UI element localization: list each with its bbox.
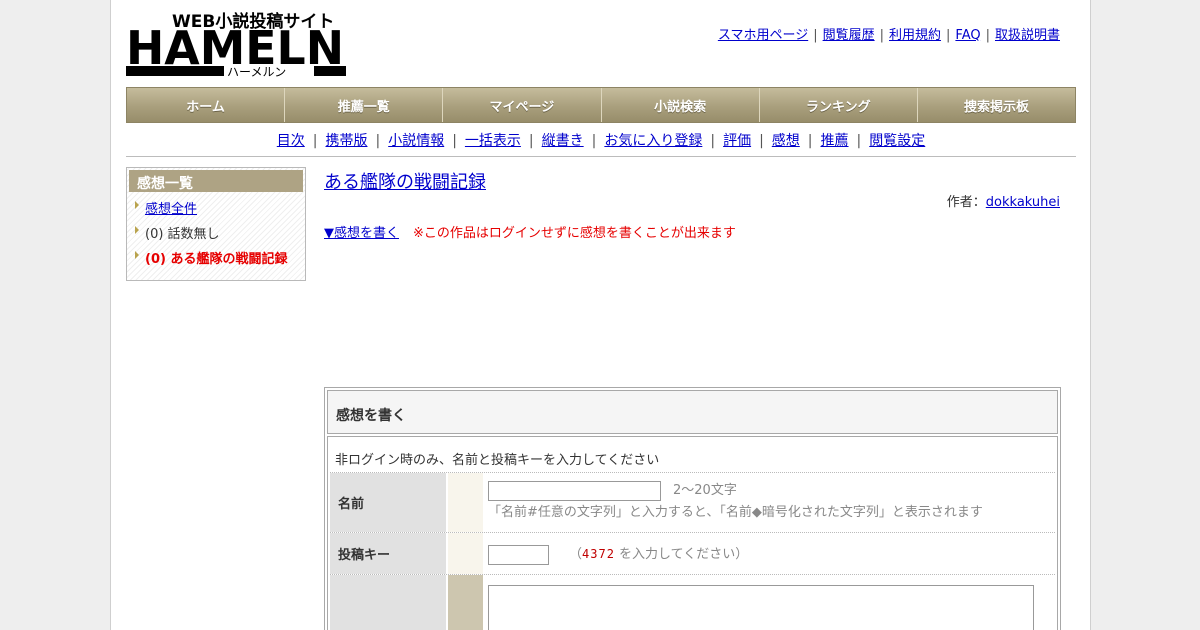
sidebar-item-no-episode: (0) 話数無し xyxy=(135,223,299,248)
favorite-link[interactable]: お気に入り登録 xyxy=(604,133,702,149)
comments-link[interactable]: 感想 xyxy=(772,133,800,149)
author-label: 作者： xyxy=(946,195,986,210)
novel-info-link[interactable]: 小説情報 xyxy=(388,133,444,149)
bullet-icon xyxy=(135,201,139,209)
name-hint: 2～20文字 xyxy=(673,483,737,498)
page: WEB小説投稿サイト HAMELN ハーメルン スマホ用ページ | 閲覧履歴 | 利用規… xyxy=(110,0,1091,630)
spacer xyxy=(448,473,483,532)
sidebar-item-label: (0) 話数無し xyxy=(145,227,220,242)
bullet-icon xyxy=(135,226,139,234)
divider xyxy=(126,156,1076,157)
key-row: 投稿キー （4372 を入力してください） xyxy=(330,533,1055,575)
name-description: 「名前#任意の文字列」と入力すると、「名前◆暗号化された文字列」と表示されます xyxy=(488,504,983,520)
name-row: 名前 2～20文字 「名前#任意の文字列」と入力すると、「名前◆暗号化された文字… xyxy=(330,473,1055,533)
comment-textarea[interactable] xyxy=(488,585,1034,630)
main-nav: ホーム 推薦一覧 マイページ 小説検索 ランキング 捜索掲示板 xyxy=(126,87,1076,123)
name-input[interactable] xyxy=(488,480,661,501)
author-link[interactable]: dokkakuhei xyxy=(986,195,1060,210)
comment-form: 感想を書く 非ログイン時のみ、名前と投稿キーを入力してください 名前 2～20文… xyxy=(324,387,1061,630)
comment-row xyxy=(330,575,1055,630)
nav-search[interactable]: 小説検索 xyxy=(601,88,760,122)
smartphone-link[interactable]: スマホ用ページ xyxy=(718,28,808,43)
bulk-view-link[interactable]: 一括表示 xyxy=(465,133,521,149)
spacer xyxy=(448,575,483,630)
rating-link[interactable]: 評価 xyxy=(723,133,751,149)
recommend-link[interactable]: 推薦 xyxy=(821,133,849,149)
post-key-input[interactable] xyxy=(488,544,549,565)
top-links: スマホ用ページ | 閲覧履歴 | 利用規約 | FAQ | 取扱説明書 xyxy=(717,28,1060,43)
name-label: 名前 xyxy=(330,473,446,532)
sidebar-item-all[interactable]: 感想全件 xyxy=(135,198,299,223)
comment-cell xyxy=(483,575,1055,630)
faq-link[interactable]: FAQ xyxy=(955,28,980,43)
key-label: 投稿キー xyxy=(330,533,446,574)
novel-title[interactable]: ある艦隊の戦闘記録 xyxy=(324,168,486,194)
sidebar-item-label[interactable]: 感想全件 xyxy=(145,202,197,217)
sidebar-item-label: (0) ある艦隊の戦闘記録 xyxy=(145,252,288,267)
comment-sidebar: 感想一覧 感想全件 (0) 話数無し (0) ある艦隊の戦闘記録 xyxy=(126,167,306,281)
nav-ranking[interactable]: ランキング xyxy=(759,88,918,122)
nav-board[interactable]: 捜索掲示板 xyxy=(917,88,1076,122)
nav-home[interactable]: ホーム xyxy=(127,88,286,122)
write-comment-link[interactable]: ▼感想を書く xyxy=(324,226,399,241)
nav-recommend[interactable]: 推薦一覧 xyxy=(285,88,444,122)
sidebar-item-current: (0) ある艦隊の戦闘記録 xyxy=(135,248,299,273)
author-line: 作者：dokkakuhei xyxy=(947,191,1060,210)
novel-sub-links: 目次 | 携帯版 | 小説情報 | 一括表示 | 縦書き | お気に入り登録 | 評価 | 感想 | 推薦 | 閲覧… xyxy=(276,133,926,149)
form-heading: 感想を書く xyxy=(327,390,1058,434)
vertical-link[interactable]: 縦書き xyxy=(542,133,584,149)
write-comment-row: ▼感想を書く ※この作品はログインせずに感想を書くことが出来ます xyxy=(324,222,736,241)
form-note: 非ログイン時のみ、名前と投稿キーを入力してください xyxy=(330,439,1055,473)
logo-kana: ハーメルン xyxy=(227,65,286,79)
guest-comment-note: ※この作品はログインせずに感想を書くことが出来ます xyxy=(413,226,736,241)
key-hint: （4372 を入力してください） xyxy=(569,547,749,562)
history-link[interactable]: 閲覧履歴 xyxy=(823,28,875,43)
comment-label xyxy=(330,575,446,630)
manual-link[interactable]: 取扱説明書 xyxy=(995,28,1060,43)
toc-link[interactable]: 目次 xyxy=(277,133,305,149)
bullet-icon xyxy=(135,251,139,259)
sidebar-title: 感想一覧 xyxy=(129,170,303,192)
captcha-code: 4372 xyxy=(582,547,615,561)
terms-link[interactable]: 利用規約 xyxy=(889,28,941,43)
view-settings-link[interactable]: 閲覧設定 xyxy=(869,133,925,149)
spacer xyxy=(448,533,483,574)
mobile-link[interactable]: 携帯版 xyxy=(325,133,367,149)
nav-mypage[interactable]: マイページ xyxy=(443,88,602,122)
form-body: 非ログイン時のみ、名前と投稿キーを入力してください 名前 2～20文字 「名前#… xyxy=(327,436,1058,630)
name-cell: 2～20文字 「名前#任意の文字列」と入力すると、「名前◆暗号化された文字列」と… xyxy=(483,473,1055,532)
key-cell: （4372 を入力してください） xyxy=(483,533,1055,574)
hameln-logo[interactable]: WEB小説投稿サイト HAMELN ハーメルン xyxy=(126,8,346,80)
